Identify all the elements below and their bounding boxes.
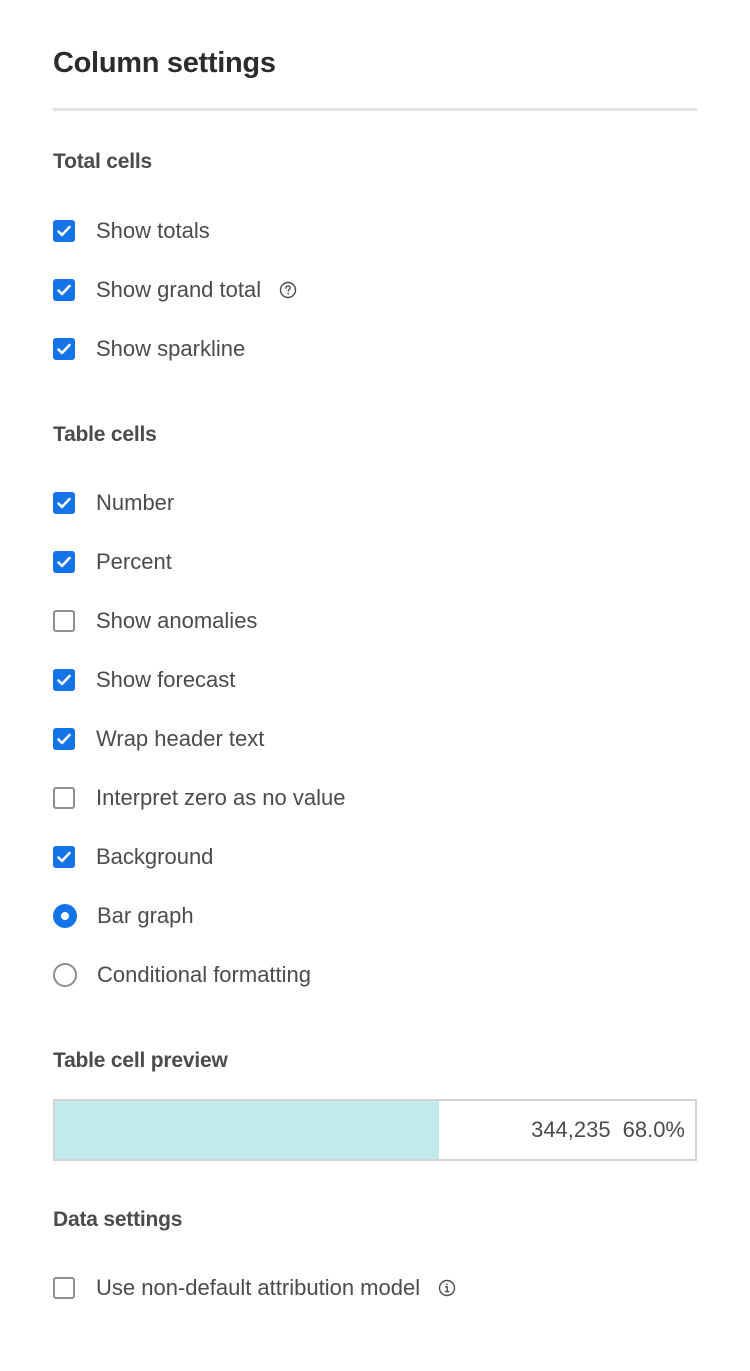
option-label: Use non-default attribution model [96,1275,421,1300]
show-sparkline-checkbox[interactable]: Show sparkline [53,334,245,364]
option-label: Number [96,490,175,515]
checkbox-checked-icon [53,492,75,514]
checkbox-checked-icon [53,846,75,868]
checkbox-checked-icon [53,279,75,301]
option-label: Show anomalies [96,608,258,633]
checkbox-checked-icon [53,669,75,691]
preview-number: 344,235 [531,1117,611,1142]
percent-checkbox[interactable]: Percent [53,547,172,577]
checkbox-checked-icon [53,728,75,750]
option-label: Show grand total [96,277,262,302]
radio-selected-icon [53,904,77,928]
option-label: Show forecast [96,667,236,692]
option-label: Percent [96,549,172,574]
radio-unselected-icon [53,963,77,987]
checkbox-checked-icon [53,338,75,360]
bar-graph-radio[interactable]: Bar graph [53,901,194,931]
show-totals-checkbox[interactable]: Show totals [53,216,210,246]
table-cell-preview: 344,235 68.0% [53,1099,697,1161]
info-circle-icon[interactable] [438,1279,456,1297]
background-checkbox[interactable]: Background [53,842,213,872]
option-label: Show totals [96,218,210,243]
show-forecast-checkbox[interactable]: Show forecast [53,665,235,695]
checkbox-checked-icon [53,551,75,573]
panel-title: Column settings [53,47,276,79]
conditional-formatting-radio[interactable]: Conditional formatting [53,960,311,990]
preview-bar-fill [55,1101,439,1159]
checkbox-unchecked-icon [53,787,75,809]
option-label: Bar graph [97,903,194,928]
preview-values: 344,235 68.0% [531,1101,685,1159]
interpret-zero-checkbox[interactable]: Interpret zero as no value [53,783,345,813]
option-label: Background [96,844,214,869]
option-label: Wrap header text [96,726,265,751]
option-label: Conditional formatting [97,962,312,987]
title-divider [53,108,697,111]
checkbox-checked-icon [53,220,75,242]
help-circle-icon[interactable] [279,281,297,299]
section-heading-table-cells: Table cells [53,423,157,446]
preview-percent: 68.0% [622,1117,685,1142]
option-label: Interpret zero as no value [96,785,346,810]
section-heading-table-cell-preview: Table cell preview [53,1049,228,1072]
option-label: Show sparkline [96,336,246,361]
non-default-attribution-checkbox[interactable]: Use non-default attribution model [53,1273,456,1303]
show-grand-total-checkbox[interactable]: Show grand total [53,275,297,305]
wrap-header-text-checkbox[interactable]: Wrap header text [53,724,264,754]
number-checkbox[interactable]: Number [53,488,174,518]
section-heading-data-settings: Data settings [53,1208,183,1231]
show-anomalies-checkbox[interactable]: Show anomalies [53,606,257,636]
checkbox-unchecked-icon [53,1277,75,1299]
section-heading-total-cells: Total cells [53,150,152,173]
checkbox-unchecked-icon [53,610,75,632]
